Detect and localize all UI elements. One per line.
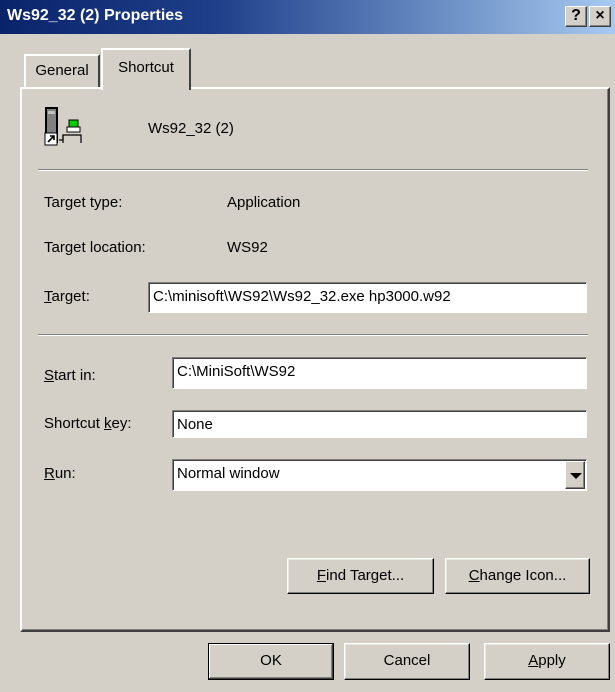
tab-shortcut-label: Shortcut <box>118 59 174 76</box>
shortcut-key-label: Shortcut key: <box>44 415 132 432</box>
apply-text: pply <box>538 652 566 669</box>
separator-middle <box>38 334 588 336</box>
application-shortcut-icon <box>41 105 89 147</box>
tab-general-label: General <box>35 62 89 79</box>
window-title: Ws92_32 (2) Properties <box>7 7 184 24</box>
separator-top <box>38 169 588 171</box>
run-select[interactable]: Normal window <box>172 459 587 491</box>
start-in-label-mnemonic: S <box>44 367 55 384</box>
target-location-value: WS92 <box>227 239 268 256</box>
tab-shortcut[interactable]: Shortcut <box>101 48 191 90</box>
target-type-label: Target type: <box>44 194 123 211</box>
target-label: Target: <box>44 288 90 305</box>
run-label-mnemonic: R <box>44 465 55 482</box>
shortcut-key-label-pre: Shortcut <box>44 415 105 432</box>
start-in-input[interactable]: C:\MiniSoft\WS92 <box>172 357 587 389</box>
run-label-text: un: <box>54 465 76 482</box>
cancel-button[interactable]: Cancel <box>344 643 470 680</box>
close-button[interactable]: × <box>589 6 611 27</box>
find-target-mnemonic: F <box>316 567 327 584</box>
apply-mnemonic: A <box>528 652 539 669</box>
run-label: Run: <box>44 465 76 482</box>
run-select-value: Normal window <box>177 465 280 482</box>
find-target-text: ind Target... <box>326 567 405 584</box>
change-icon-text: hange Icon... <box>479 567 567 584</box>
target-input[interactable]: C:\minisoft\WS92\Ws92_32.exe hp3000.w92 <box>148 282 587 313</box>
target-location-label: Target location: <box>44 239 146 256</box>
properties-dialog: Ws92_32 (2) Properties ? × General Short… <box>0 0 615 692</box>
shortcut-key-input[interactable]: None <box>172 410 587 438</box>
change-icon-mnemonic: C <box>468 567 480 584</box>
find-target-button[interactable]: Find Target... <box>287 558 434 594</box>
target-type-value: Application <box>227 194 301 211</box>
chevron-down-icon <box>570 473 582 479</box>
tab-general[interactable]: General <box>24 54 100 87</box>
target-label-text: arget: <box>51 288 90 305</box>
title-bar[interactable]: Ws92_32 (2) Properties ? × <box>0 0 615 34</box>
shortcut-name: Ws92_32 (2) <box>148 120 234 137</box>
change-icon-button[interactable]: Change Icon... <box>445 558 590 594</box>
shortcut-panel: Ws92_32 (2) Target type: Application Tar… <box>20 87 610 632</box>
apply-button[interactable]: Apply <box>484 643 610 680</box>
run-dropdown-button[interactable] <box>565 461 585 489</box>
shortcut-key-label-mnemonic: k <box>104 415 112 432</box>
target-label-mnemonic: T <box>44 288 52 305</box>
help-button[interactable]: ? <box>565 6 587 27</box>
shortcut-key-label-text: ey: <box>111 415 132 432</box>
ok-button[interactable]: OK <box>208 643 334 680</box>
start-in-label: Start in: <box>44 367 96 384</box>
start-in-label-text: tart in: <box>54 367 96 384</box>
